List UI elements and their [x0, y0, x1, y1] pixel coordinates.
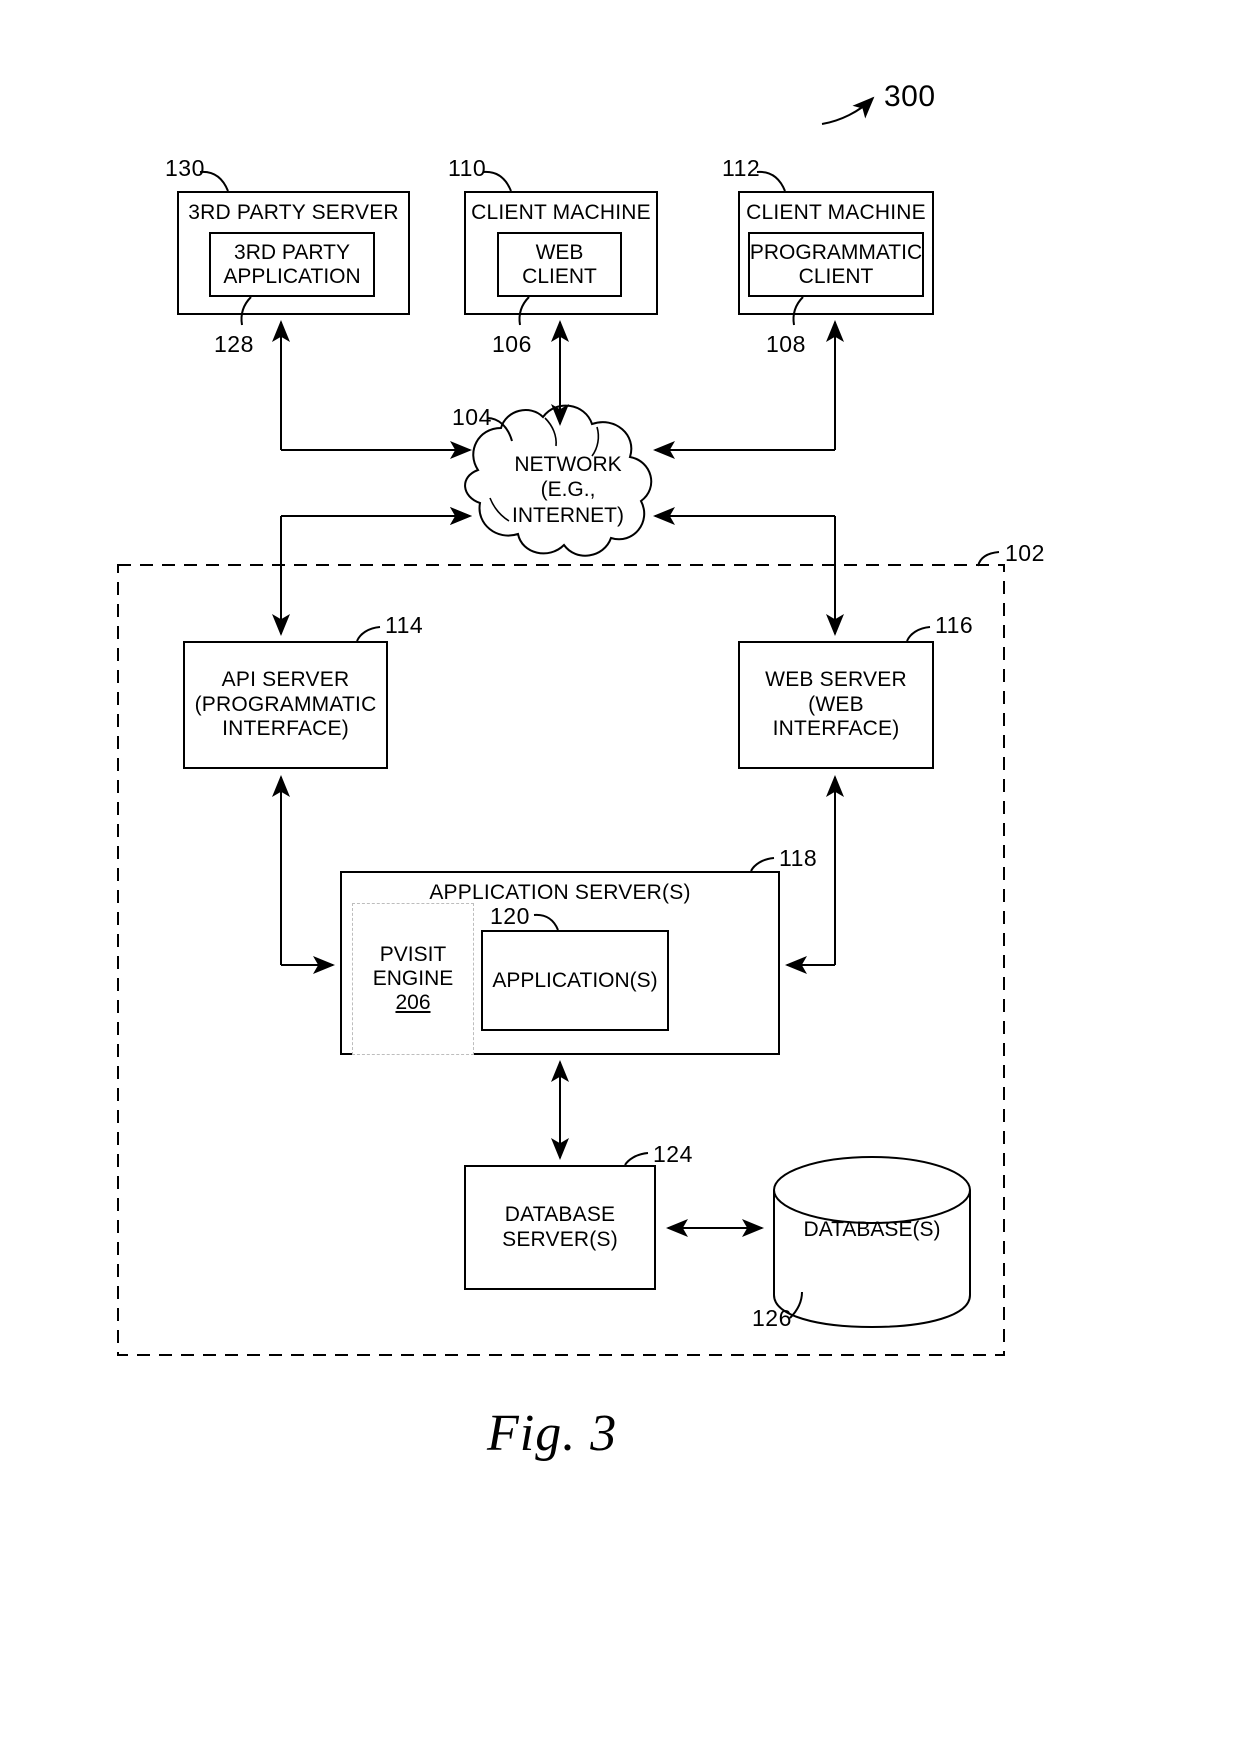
- patent-figure-300: 300 130 3RD PARTY SERVER 3RD PARTY APPLI…: [0, 0, 1240, 1753]
- ref-number-104: 104: [452, 404, 492, 430]
- ref-number-114: 114: [385, 612, 424, 638]
- ref-number-110: 110: [448, 155, 487, 181]
- client-machine-web-title: CLIENT MACHINE: [471, 201, 651, 224]
- node-web-server: WEB SERVER (WEB INTERFACE): [738, 641, 934, 769]
- ref-number-206: 206: [395, 991, 431, 1014]
- node-database-server: DATABASE SERVER(S): [464, 1165, 656, 1290]
- third-party-application-label: 3RD PARTY APPLICATION: [223, 240, 361, 288]
- databases-label-wrap: DATABASE(S): [774, 1200, 970, 1260]
- ref-number-106: 106: [492, 331, 532, 357]
- ref-number-130: 130: [165, 155, 205, 181]
- applications-label: APPLICATION(S): [492, 968, 658, 992]
- node-third-party-application: 3RD PARTY APPLICATION: [209, 232, 375, 297]
- ref-number-108: 108: [766, 331, 806, 357]
- ref-number-102: 102: [1005, 540, 1045, 566]
- figure-caption: Fig. 3: [487, 1405, 618, 1462]
- programmatic-client-label: PROGRAMMATIC CLIENT: [749, 240, 923, 288]
- pvisit-engine-line2: ENGINE: [372, 967, 454, 990]
- ref-number-120: 120: [490, 903, 530, 929]
- web-client-label: WEB CLIENT: [522, 240, 597, 288]
- client-machine-prog-title: CLIENT MACHINE: [746, 201, 926, 224]
- node-pvisit-engine: PVISIT ENGINE 206: [352, 903, 474, 1055]
- ref-number-124: 124: [653, 1141, 693, 1167]
- node-applications: APPLICATION(S): [481, 930, 669, 1031]
- ref-number-128: 128: [214, 331, 254, 357]
- ref-number-300: 300: [884, 80, 936, 113]
- ref-number-126: 126: [752, 1305, 792, 1331]
- network-cloud-label: NETWORK (E.G., INTERNET): [512, 452, 624, 527]
- third-party-server-title: 3RD PARTY SERVER: [188, 201, 399, 224]
- ref-number-118: 118: [779, 845, 818, 871]
- databases-label: DATABASE(S): [803, 1218, 941, 1241]
- ref-number-116: 116: [935, 612, 974, 638]
- ref-number-112: 112: [722, 155, 761, 181]
- node-programmatic-client: PROGRAMMATIC CLIENT: [748, 232, 924, 297]
- pvisit-engine-line1: PVISIT: [379, 943, 447, 966]
- node-api-server: API SERVER (PROGRAMMATIC INTERFACE): [183, 641, 388, 769]
- node-web-client: WEB CLIENT: [497, 232, 622, 297]
